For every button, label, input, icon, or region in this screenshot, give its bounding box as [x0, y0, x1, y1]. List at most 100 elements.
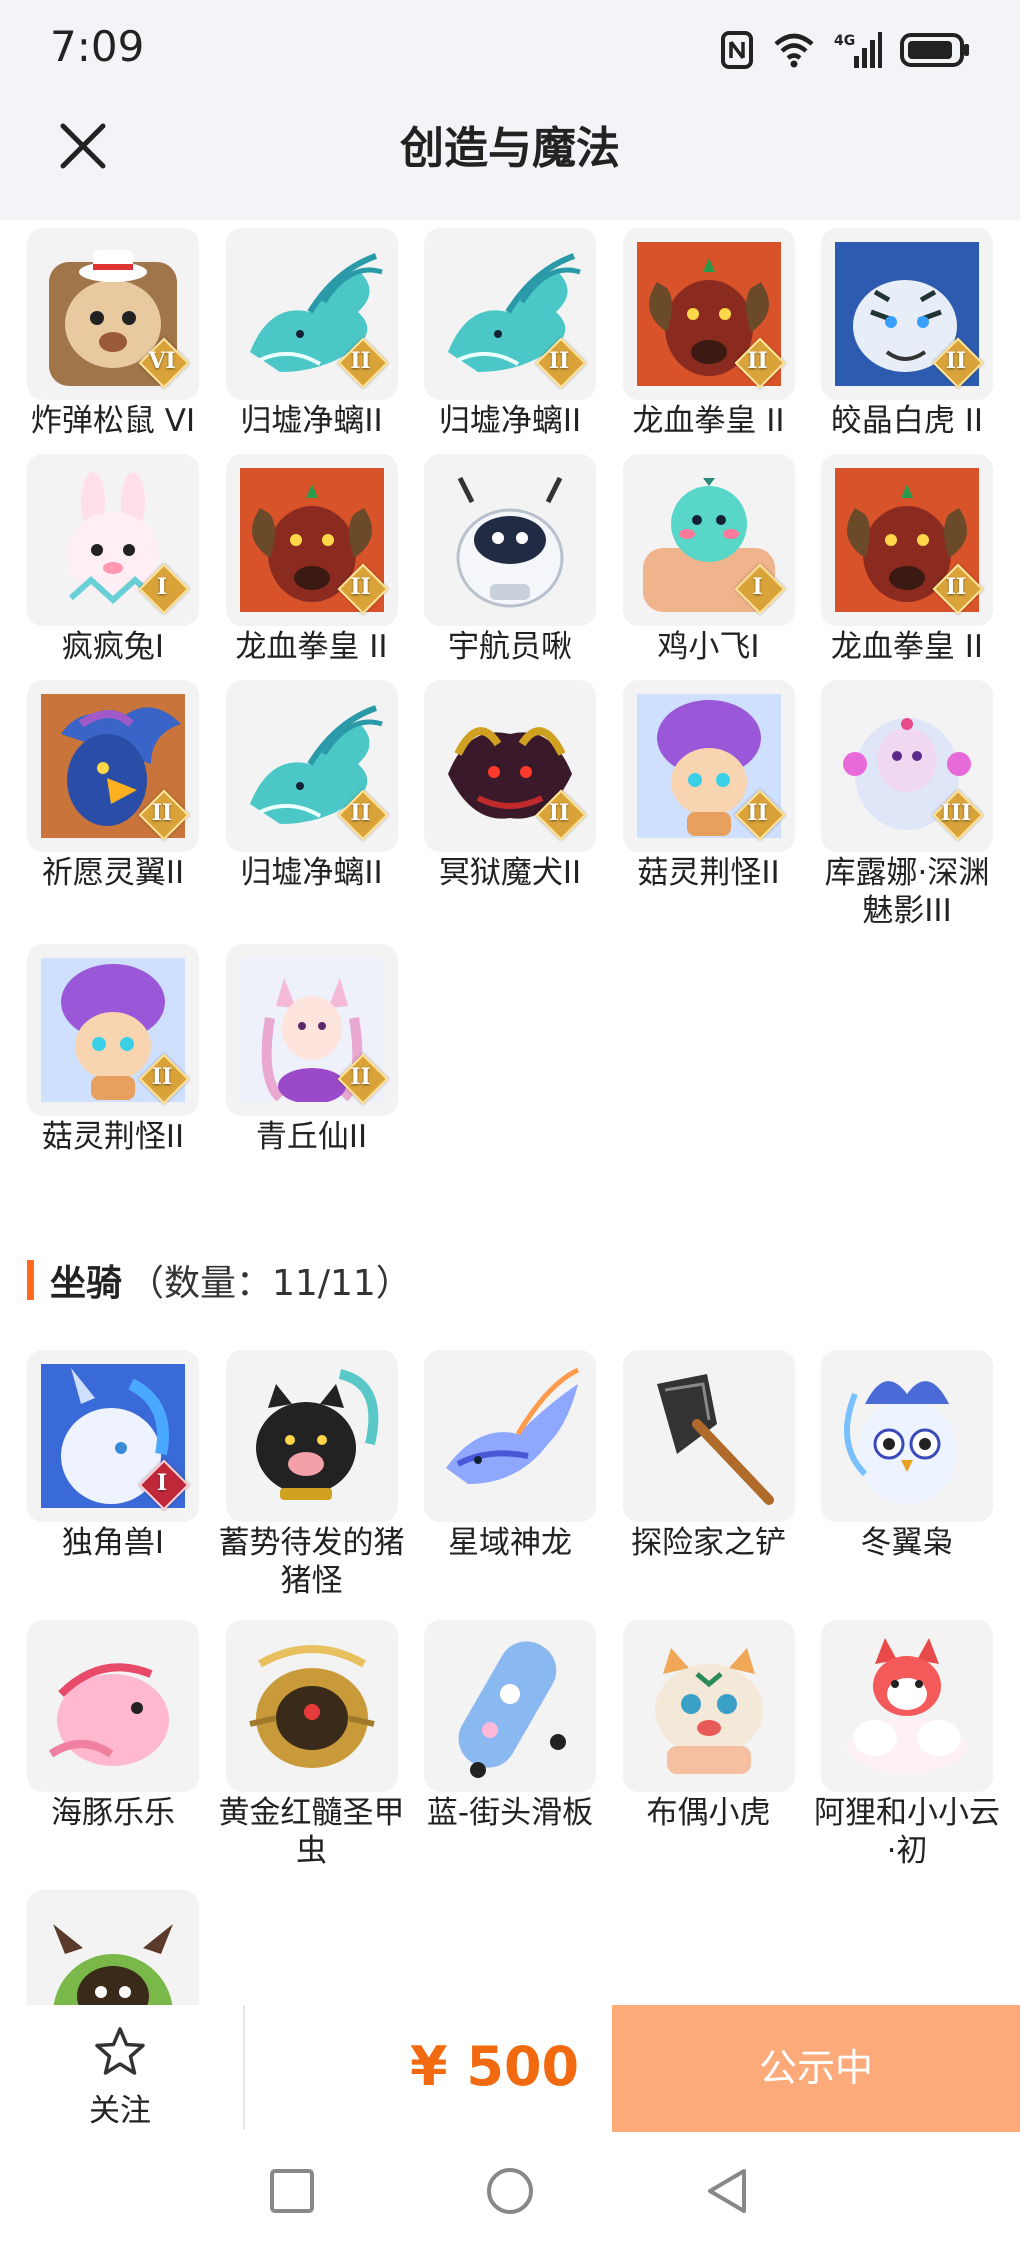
mounts-name: 星域神龙	[448, 1525, 572, 1561]
pets-tile[interactable]: 宇航员啾	[424, 454, 596, 666]
mounts-section-header: 坐骑 （数量：11/11）	[27, 1255, 412, 1305]
mounts-tile[interactable]: 探险家之铲	[622, 1350, 795, 1600]
mounts-tile[interactable]: 冬翼枭	[821, 1350, 993, 1600]
tiger-doll-thumbnail	[622, 1620, 795, 1792]
tier-badge-text: II	[548, 348, 570, 374]
back-button[interactable]	[698, 2161, 758, 2221]
system-nav-bar	[0, 2135, 1020, 2243]
tier-badge: I	[734, 563, 785, 615]
item-list[interactable]: VI 炸弹松鼠 VI II 归墟净螭II II 归墟净螭II II 龙血拳皇 II II 皎晶白虎…	[0, 220, 1020, 2005]
fox-cloud-art	[847, 1638, 967, 1774]
cyan-dragon-thumbnail: II	[225, 228, 398, 400]
circle-icon	[487, 2168, 533, 2214]
svg-text:4G: 4G	[834, 33, 855, 49]
tier-badge: I	[138, 1459, 190, 1511]
tier-badge-text: II	[350, 1064, 371, 1090]
eagle-thumbnail: II	[27, 680, 199, 852]
tier-badge: II	[138, 1053, 190, 1105]
pets-tile[interactable]: II 祈愿灵翼II	[27, 680, 199, 930]
pets-tile[interactable]: III 库露娜·深渊魅影III	[821, 680, 993, 930]
tier-badge: II	[535, 337, 587, 389]
wifi-icon	[774, 33, 814, 68]
follow-label: 关注	[89, 2093, 151, 2129]
pets-tile[interactable]: II 冥狱魔犬II	[424, 680, 596, 930]
star-dragon-art	[446, 1367, 580, 1484]
green-cow-art	[53, 1924, 173, 2005]
tier-badge-text: I	[156, 1470, 168, 1496]
tier-badge: II	[535, 789, 587, 841]
pets-tile[interactable]: II 皎晶白虎 II	[821, 228, 993, 440]
pets-name: 青丘仙II	[255, 1119, 368, 1155]
tier-badge-text: II	[151, 800, 173, 826]
follow-button[interactable]: 关注	[60, 2025, 180, 2130]
mushroom-thumbnail: II	[622, 680, 795, 852]
pets-name: 祈愿灵翼II	[41, 855, 185, 891]
skateboard-art	[458, 1641, 566, 1778]
mounts-tile[interactable]: 蓄势待发的猪猪怪	[219, 1350, 405, 1600]
cyan-dragon-thumbnail: II	[424, 228, 596, 400]
pets-tile[interactable]: II 青丘仙II	[225, 944, 398, 1156]
pets-tile[interactable]: II 菇灵荆怪II	[622, 680, 795, 930]
pets-tile[interactable]: I 疯疯兔I	[27, 454, 199, 666]
star-dragon-thumbnail	[424, 1350, 596, 1522]
section-title: 坐骑	[50, 1263, 123, 1304]
skateboard-thumbnail	[424, 1620, 596, 1792]
tier-badge-text: II	[747, 348, 768, 374]
mounts-name: 布偶小虎	[646, 1795, 771, 1831]
mount-grid: I 独角兽I 蓄势待发的猪猪怪 星域神龙 探险家之铲 冬翼枭海豚乐乐 黄金红髓圣甲虫 蓝-街头…	[27, 1350, 1000, 2005]
pets-tile[interactable]: II 归墟净螭II	[225, 680, 398, 930]
tier-badge: II	[337, 337, 388, 389]
hellhound-thumbnail: II	[424, 680, 596, 852]
status-icons: 4G	[720, 30, 970, 70]
tier-badge: III	[932, 789, 984, 841]
mounts-tile[interactable]: I 独角兽I	[27, 1350, 199, 1600]
tiger-doll-art	[654, 1648, 763, 1774]
tier-badge-text: II	[747, 800, 768, 826]
divider	[243, 2005, 245, 2130]
beetle-art	[248, 1645, 375, 1768]
tier-badge: II	[932, 337, 984, 389]
home-button[interactable]	[480, 2161, 540, 2221]
pets-name: 归墟净螭II	[240, 855, 383, 891]
pets-tile[interactable]: I 鸡小飞I	[622, 454, 795, 666]
mounts-tile[interactable]	[27, 1890, 199, 2005]
recent-apps-button[interactable]	[262, 2161, 322, 2221]
public-notice-button[interactable]: 公示中	[612, 2005, 1020, 2132]
tier-badge-text: I	[752, 574, 763, 600]
pets-name: 菇灵荆怪II	[637, 855, 780, 891]
mounts-tile[interactable]: 黄金红髓圣甲虫	[219, 1620, 405, 1870]
shovel-thumbnail	[622, 1350, 795, 1522]
mounts-tile[interactable]: 布偶小虎	[622, 1620, 795, 1870]
pets-tile[interactable]: II 菇灵荆怪II	[27, 944, 199, 1156]
beetle-thumbnail	[225, 1620, 398, 1792]
tier-badge-text: VI	[148, 348, 176, 374]
tier-badge: II	[337, 563, 388, 615]
pets-tile[interactable]: II 归墟净螭II	[424, 228, 596, 440]
triangle-back-icon	[708, 2169, 746, 2213]
pets-tile[interactable]: II 龙血拳皇 II	[225, 454, 398, 666]
mounts-tile[interactable]: 星域神龙	[424, 1350, 596, 1600]
pets-tile[interactable]: II 龙血拳皇 II	[622, 228, 795, 440]
owl-art	[844, 1381, 957, 1504]
astronaut-thumbnail	[424, 454, 596, 626]
pets-name: 皎晶白虎 II	[830, 403, 984, 439]
green-cow-thumbnail	[27, 1890, 199, 2005]
mounts-name: 阿狸和小小云·初	[814, 1795, 1000, 1869]
tier-badge: II	[337, 1053, 388, 1105]
tier-badge: II	[337, 789, 388, 841]
header-bar: 7:09 4G 创造与魔法	[0, 0, 1020, 220]
mounts-tile[interactable]: 海豚乐乐	[27, 1620, 199, 1870]
pig-art	[239, 1364, 384, 1508]
pets-tile[interactable]: VI 炸弹松鼠 VI	[27, 228, 199, 440]
mounts-tile[interactable]: 阿狸和小小云·初	[814, 1620, 1000, 1870]
pets-name: 龙血拳皇 II	[632, 403, 785, 439]
pets-tile[interactable]: II 龙血拳皇 II	[821, 454, 993, 666]
shovel-art	[656, 1374, 774, 1505]
price: ¥ 500	[410, 2035, 580, 2098]
mounts-tile[interactable]: 蓝-街头滑板	[424, 1620, 596, 1870]
pets-tile[interactable]: II 归墟净螭II	[225, 228, 398, 440]
tier-badge: I	[138, 563, 190, 615]
phantom-thumbnail: III	[821, 680, 993, 852]
mounts-name: 黄金红髓圣甲虫	[218, 1795, 405, 1869]
star-icon	[95, 2027, 145, 2075]
